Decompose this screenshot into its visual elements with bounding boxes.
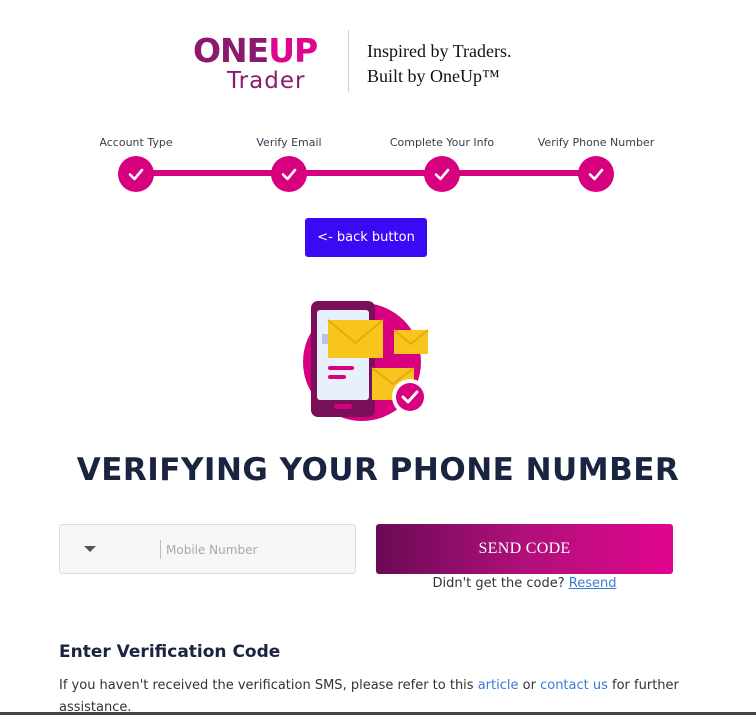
tagline-line-2: Built by OneUp™ <box>367 66 500 86</box>
phone-field-divider <box>160 540 161 559</box>
phone-number-field <box>59 524 356 574</box>
logo-trader-text: Trader <box>227 68 306 94</box>
resend-row: Didn't get the code? Resend <box>376 576 673 591</box>
help-text-or: or <box>522 678 536 693</box>
tagline-line-1: Inspired by Traders. <box>367 41 512 61</box>
check-icon <box>271 156 307 192</box>
step-label: Verify Phone Number <box>537 136 655 149</box>
page-title: VERIFYING YOUR PHONE NUMBER <box>76 452 680 488</box>
step-complete-info: Complete Your Info <box>362 134 522 192</box>
logo-wordmark: ONEUP <box>193 31 318 70</box>
phone-envelope-illustration <box>300 298 435 423</box>
oneup-logo: ONEUP Trader <box>193 28 333 98</box>
resend-prompt: Didn't get the code? <box>432 576 565 591</box>
step-account-type: Account Type <box>56 134 216 192</box>
step-label: Complete Your Info <box>389 136 495 149</box>
tagline: Inspired by Traders. Built by OneUp™ <box>367 39 512 89</box>
caret-down-icon <box>84 546 96 552</box>
verification-section-title: Enter Verification Code <box>59 642 281 662</box>
send-code-button[interactable]: SEND CODE <box>376 524 673 574</box>
step-verify-phone: Verify Phone Number <box>516 134 676 192</box>
back-button[interactable]: <- back button <box>305 218 427 257</box>
country-code-select[interactable] <box>60 525 160 573</box>
header-divider <box>348 30 349 92</box>
step-label: Verify Email <box>256 136 322 149</box>
contact-us-link[interactable]: contact us <box>540 678 608 693</box>
check-icon <box>118 156 154 192</box>
mobile-number-input[interactable] <box>164 535 348 565</box>
check-icon <box>578 156 614 192</box>
step-verify-email: Verify Email <box>209 134 369 192</box>
article-link[interactable]: article <box>478 678 519 693</box>
resend-link[interactable]: Resend <box>569 576 617 591</box>
check-icon <box>424 156 460 192</box>
help-text-before: If you haven't received the verification… <box>59 678 474 693</box>
step-label: Account Type <box>99 136 173 149</box>
